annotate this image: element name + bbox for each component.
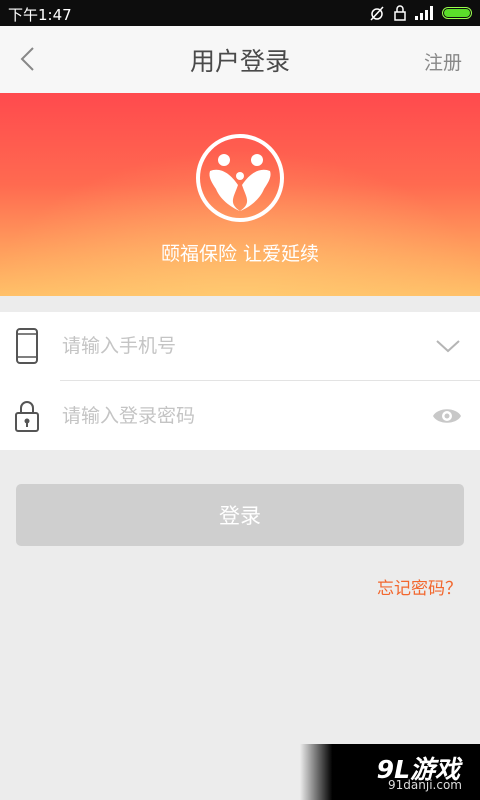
lock-icon xyxy=(394,5,406,21)
eye-icon[interactable] xyxy=(432,404,462,428)
padlock-icon xyxy=(15,401,39,432)
alarm-off-icon xyxy=(370,6,384,21)
watermark-site: 91danji.com xyxy=(388,778,462,792)
banner-slogan: 颐福保险 让爱延续 xyxy=(160,243,320,265)
login-form xyxy=(0,312,480,450)
phone-row xyxy=(0,312,480,381)
site-watermark: 9L游戏 91danji.com xyxy=(300,744,480,800)
chevron-down-icon[interactable] xyxy=(434,332,462,360)
password-input[interactable] xyxy=(62,402,402,430)
forgot-password-link[interactable]: 忘记密码？ xyxy=(377,574,462,599)
login-button[interactable]: 登录 xyxy=(16,484,464,546)
register-link[interactable]: 注册 xyxy=(424,48,462,75)
status-time: 下午1:47 xyxy=(8,6,72,24)
phone-icon xyxy=(16,328,38,364)
phone-input[interactable] xyxy=(62,332,402,360)
family-heart-logo xyxy=(196,134,284,222)
signal-icon xyxy=(415,6,433,20)
status-bar: 下午1:47 xyxy=(0,0,480,26)
password-row xyxy=(0,382,480,450)
brand-banner: 颐福保险 让爱延续 xyxy=(0,93,480,296)
page-title: 用户登录 xyxy=(189,47,290,76)
status-icons xyxy=(369,4,472,22)
form-divider xyxy=(60,380,480,381)
navigation-bar: 用户登录 注册 xyxy=(0,26,480,93)
battery-icon xyxy=(442,7,472,19)
